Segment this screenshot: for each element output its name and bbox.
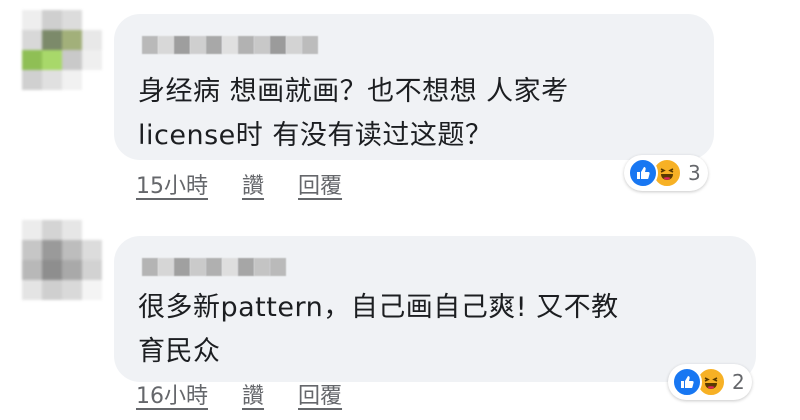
avatar-pixel: [62, 30, 82, 50]
author-name-pixel: [190, 36, 206, 54]
avatar[interactable]: [22, 220, 102, 300]
avatar-pixel: [22, 50, 42, 70]
avatar-pixel: [82, 220, 102, 240]
author-name-pixel: [270, 258, 286, 276]
author-name-pixel: [270, 36, 286, 54]
author-name-pixel: [158, 258, 174, 276]
avatar-pixel: [62, 50, 82, 70]
avatar-pixel: [22, 280, 42, 300]
reaction-count: 2: [732, 370, 745, 394]
avatar-pixel: [62, 220, 82, 240]
author-name-blurred[interactable]: [142, 36, 318, 56]
avatar-pixel: [82, 280, 102, 300]
author-name-pixel: [222, 258, 238, 276]
avatar-pixel: [22, 260, 42, 280]
author-name-pixel: [238, 36, 254, 54]
comment-actions: 15小時 讚 回覆: [136, 168, 342, 200]
reply-button[interactable]: 回覆: [298, 168, 342, 200]
reactions-summary[interactable]: 2: [668, 364, 752, 400]
comment-1: 身经病 想画就画？也不想想 人家考 license时 有没有读过这题？ 3 15…: [0, 0, 800, 210]
avatar-pixel: [62, 240, 82, 260]
comment-text: 身经病 想画就画？也不想想 人家考 license时 有没有读过这题？: [138, 76, 569, 151]
timestamp-link[interactable]: 16小時: [136, 378, 208, 410]
comment-bubble: 很多新pattern，自己画自己爽! 又不教 育民众: [114, 236, 756, 382]
author-name-pixel: [254, 258, 270, 276]
avatar-pixel: [62, 70, 82, 90]
reaction-count: 3: [688, 161, 701, 185]
author-name-pixel: [302, 36, 318, 54]
avatar-pixel: [42, 70, 62, 90]
avatar-pixel: [42, 280, 62, 300]
author-name-pixel: [254, 36, 270, 54]
comment-actions: 16小時 讚 回覆: [136, 378, 342, 410]
avatar-pixel: [22, 10, 42, 30]
avatar-pixel: [42, 220, 62, 240]
avatar-pixel: [42, 260, 62, 280]
avatar-pixel: [82, 30, 102, 50]
reactions-summary[interactable]: 3: [624, 155, 708, 191]
comment-2: 很多新pattern，自己画自己爽! 又不教 育民众 2 16小時 讚 回覆: [0, 218, 800, 420]
like-reaction-icon: [628, 158, 658, 188]
like-reaction-icon: [672, 367, 702, 397]
avatar-pixel: [22, 240, 42, 260]
avatar-pixel: [62, 10, 82, 30]
avatar-pixel: [42, 10, 62, 30]
avatar-pixel: [42, 50, 62, 70]
avatar-pixel: [22, 220, 42, 240]
avatar-pixel: [22, 30, 42, 50]
avatar[interactable]: [22, 10, 102, 90]
avatar-pixel: [82, 240, 102, 260]
comment-bubble: 身经病 想画就画？也不想想 人家考 license时 有没有读过这题？: [114, 14, 714, 160]
author-name-pixel: [174, 36, 190, 54]
author-name-pixel: [142, 258, 158, 276]
author-name-blurred[interactable]: [142, 258, 286, 278]
avatar-pixel: [82, 50, 102, 70]
avatar-pixel: [42, 240, 62, 260]
reply-button[interactable]: 回覆: [298, 378, 342, 410]
comment-text: 很多新pattern，自己画自己爽! 又不教 育民众: [138, 292, 619, 367]
avatar-pixel: [82, 260, 102, 280]
avatar-pixel: [42, 30, 62, 50]
author-name-pixel: [174, 258, 190, 276]
author-name-pixel: [142, 36, 158, 54]
author-name-pixel: [286, 36, 302, 54]
author-name-pixel: [158, 36, 174, 54]
avatar-pixel: [62, 260, 82, 280]
avatar-pixel: [22, 70, 42, 90]
like-button[interactable]: 讚: [242, 168, 264, 200]
timestamp-link[interactable]: 15小時: [136, 168, 208, 200]
author-name-pixel: [190, 258, 206, 276]
avatar-pixel: [82, 10, 102, 30]
author-name-pixel: [238, 258, 254, 276]
like-button[interactable]: 讚: [242, 378, 264, 410]
avatar-pixel: [82, 70, 102, 90]
author-name-pixel: [206, 258, 222, 276]
avatar-pixel: [62, 280, 82, 300]
author-name-pixel: [222, 36, 238, 54]
author-name-pixel: [206, 36, 222, 54]
